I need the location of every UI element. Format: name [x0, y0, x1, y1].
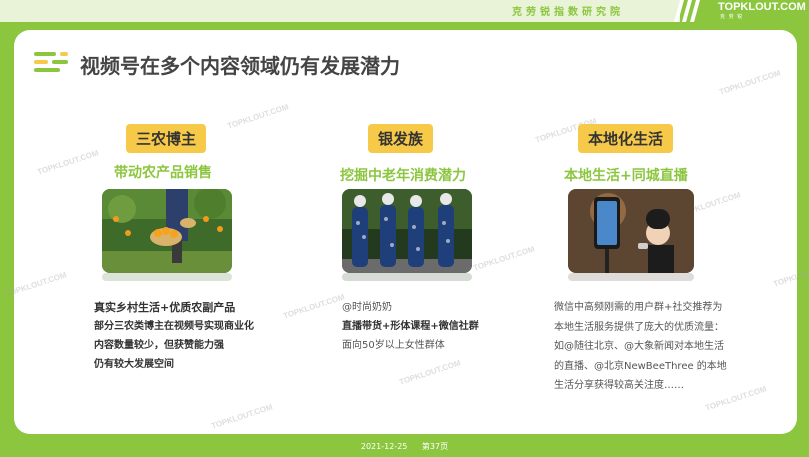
column-subtitle: 带动农产品销售: [114, 165, 212, 181]
livestream-phone-photo: [568, 189, 694, 273]
desc-line: 部分三农类博主在视频号实现商业化: [94, 321, 254, 332]
column-description: 真实乡村生活+优质农副产品 部分三农类博主在视频号实现商业化 内容数量较少，但获…: [94, 298, 254, 374]
desc-line: 生活分享获得较高关注度……: [554, 380, 684, 391]
brand-sub: 克 劳 锐: [720, 14, 744, 20]
title-bars-icon: [34, 52, 68, 74]
photo-reflection: [342, 273, 472, 281]
desc-line: 内容数量较少，但获赞能力强: [94, 340, 224, 351]
brand-logo: TOPKLOUT.COM: [718, 1, 806, 13]
photo-reflection: [568, 273, 694, 281]
institute-name: 克劳锐指数研究院: [512, 7, 624, 18]
desc-line: 直播带货+形体课程+微信社群: [342, 321, 479, 332]
desc-line: 仍有较大发展空间: [94, 359, 174, 370]
tag-yinfa: 银发族: [368, 124, 434, 153]
tag-bendi: 本地化生活: [578, 124, 674, 153]
elderly-women-qipao-photo: [342, 189, 472, 273]
column-description: 微信中高频刚需的用户群+社交推荐为 本地生活服务提供了庞大的优质流量： 如@随往…: [554, 298, 727, 396]
header-bar: 克劳锐指数研究院 TOPKLOUT.COM 克 劳 锐: [0, 0, 809, 22]
photo-reflection: [102, 273, 232, 281]
footer: 2021-12-25 第37页: [0, 441, 809, 452]
desc-line: @时尚奶奶: [342, 302, 392, 313]
desc-line: 真实乡村生活+优质农副产品: [94, 301, 236, 314]
column-subtitle: 挖掘中老年消费潜力: [340, 168, 466, 184]
desc-line: 微信中高频刚需的用户群+社交推荐为: [554, 302, 723, 313]
stripes-icon: [674, 0, 700, 22]
desc-line: 的直播、@北京NewBeeThree 的本地: [554, 360, 727, 372]
desc-line: 如@随往北京、@大象新闻对本地生活: [554, 341, 724, 352]
desc-line: 面向50岁以上女性群体: [342, 340, 445, 351]
page-number: 第37页: [421, 442, 449, 451]
column-subtitle: 本地生活+同城直播: [564, 168, 688, 184]
column-description: @时尚奶奶 直播带货+形体课程+微信社群 面向50岁以上女性群体: [342, 298, 479, 355]
page-title: 视频号在多个内容领域仍有发展潜力: [80, 54, 400, 78]
farmer-harvest-photo: [102, 189, 232, 273]
desc-line: 本地生活服务提供了庞大的优质流量：: [554, 321, 724, 333]
tag-sannong: 三农博主: [126, 124, 207, 153]
footer-date: 2021-12-25: [360, 442, 408, 451]
